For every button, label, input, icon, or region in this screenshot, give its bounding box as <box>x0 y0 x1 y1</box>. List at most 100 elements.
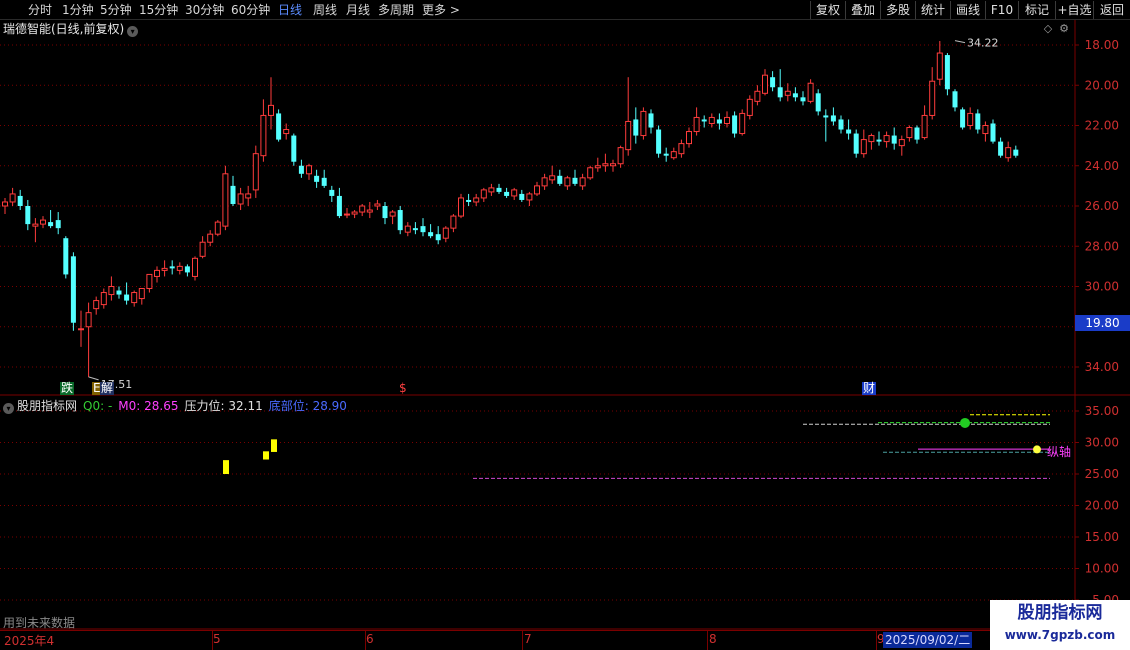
period-tab-10[interactable]: 更多 > <box>422 1 460 19</box>
candle-body <box>800 97 806 102</box>
candle-body <box>594 165 601 169</box>
indicator-header: ▾ 股朋指标网 Q0: - M0: 28.65 压力位: 32.11 底部位: 28.90 <box>3 398 353 414</box>
chevron-down-icon[interactable]: ▾ <box>127 26 139 37</box>
y-tick-label: 20.00 <box>1085 78 1119 92</box>
candle-body <box>306 165 312 175</box>
y-tick-label: 18.00 <box>1085 38 1119 52</box>
future-data-note: 用到未来数据 <box>3 616 76 630</box>
candle-body <box>807 82 814 102</box>
candle-body <box>108 286 115 296</box>
candle-body <box>146 273 153 290</box>
period-tab-0[interactable]: 分时 <box>28 1 52 19</box>
date-axis: 2025年4 5 6 7 8 9 2025/09/02/二 <box>0 630 1075 650</box>
candle-body <box>557 175 563 184</box>
period-tab-9[interactable]: 多周期 <box>378 1 414 19</box>
cursor-date: 2025/09/02/二 <box>883 632 973 648</box>
candle-body <box>344 213 350 216</box>
month-label-aug: 8 <box>709 632 717 646</box>
signal-bar <box>263 451 269 460</box>
tool-button-5[interactable]: F10 <box>985 1 1018 19</box>
candle-body <box>169 266 175 269</box>
signal-bar <box>223 460 229 474</box>
month-tick <box>522 631 523 650</box>
candle-body <box>754 90 761 102</box>
tool-button-4[interactable]: 画线 <box>950 1 985 19</box>
y-tick-label: 10.00 <box>1085 562 1119 576</box>
candle-body <box>329 189 335 196</box>
candle-body <box>678 143 685 155</box>
candle-body <box>428 232 434 237</box>
candle-body <box>746 98 753 116</box>
signal-dot <box>1033 445 1041 454</box>
event-badge-drop[interactable]: 跌 <box>60 382 75 395</box>
candle-body <box>534 185 540 195</box>
candle-body <box>876 139 882 142</box>
candle-body <box>397 210 403 231</box>
candle-body <box>883 135 890 143</box>
gear-icon[interactable]: ⚙ <box>1058 23 1070 35</box>
candle-body <box>716 119 722 124</box>
period-tab-5[interactable]: 60分钟 <box>231 1 270 19</box>
candle-body <box>770 77 776 88</box>
candle-body <box>823 115 829 118</box>
candle-body <box>420 226 426 233</box>
candle-body <box>944 55 950 90</box>
candle-body <box>63 238 69 275</box>
axis-note: 纵轴 <box>1047 445 1072 459</box>
period-tab-8[interactable]: 月线 <box>346 1 370 19</box>
candle-body <box>207 233 214 243</box>
month-label-may: 5 <box>213 632 221 646</box>
candle-body <box>998 141 1004 156</box>
candle-body <box>374 203 381 207</box>
candle-body <box>511 189 518 197</box>
chevron-down-icon[interactable]: ▾ <box>3 403 14 414</box>
candle-body <box>93 300 100 310</box>
high-label: 34.22 <box>967 37 999 50</box>
event-badge-finance[interactable]: 财 <box>862 382 877 395</box>
y-tick-label: 20.00 <box>1085 499 1119 513</box>
candle-body <box>587 167 594 179</box>
candle-body <box>283 129 290 135</box>
watermark-url: www.7gpzb.com <box>1004 628 1116 642</box>
candle-body <box>526 193 533 201</box>
candle-body <box>450 215 457 229</box>
tool-button-2[interactable]: 多股 <box>880 1 915 19</box>
event-badge-unlock[interactable]: 解 <box>100 382 115 395</box>
candle-body <box>891 135 897 144</box>
tool-button-1[interactable]: 叠加 <box>845 1 880 19</box>
period-tab-3[interactable]: 15分钟 <box>139 1 178 19</box>
candle-body <box>633 119 639 136</box>
candle-body <box>990 123 996 142</box>
period-tab-1[interactable]: 1分钟 <box>62 1 94 19</box>
tool-button-8[interactable]: 返回 <box>1093 1 1130 19</box>
candle-body <box>868 135 875 143</box>
period-tab-7[interactable]: 周线 <box>313 1 337 19</box>
candle-body <box>85 312 92 328</box>
y-tick-label: 30.00 <box>1085 280 1119 294</box>
tool-button-7[interactable]: +自选 <box>1055 1 1093 19</box>
candle-body <box>846 129 852 134</box>
period-tab-2[interactable]: 5分钟 <box>100 1 132 19</box>
y-tick-label: 35.00 <box>1085 404 1119 418</box>
period-toolbar: 分时 1分钟 5分钟 15分钟 30分钟 60分钟 日线 周线 月线 多周期 更多 > 复权 叠加 多股统… <box>0 0 1130 20</box>
candle-body <box>116 290 122 295</box>
candle-body <box>184 266 190 273</box>
candle-body <box>40 219 46 225</box>
tool-button-3[interactable]: 统计 <box>915 1 950 19</box>
month-label-jun: 6 <box>366 632 374 646</box>
tool-button-6[interactable]: 标记 <box>1018 1 1055 19</box>
month-tick <box>707 631 708 650</box>
event-badge-dividend[interactable]: $ <box>398 382 408 395</box>
candle-body <box>936 52 943 80</box>
candle-body <box>967 112 974 127</box>
candle-body <box>975 113 981 130</box>
candle-body <box>496 187 502 192</box>
candle-body <box>17 195 23 206</box>
candle-body <box>610 163 616 167</box>
diamond-icon[interactable]: ◇ <box>1042 23 1054 35</box>
chart-title[interactable]: 瑞德智能(日线,前复权) ▾ <box>3 21 139 37</box>
candle-body <box>838 119 844 130</box>
tool-button-0[interactable]: 复权 <box>810 1 845 19</box>
period-tab-4[interactable]: 30分钟 <box>185 1 224 19</box>
period-tab-6[interactable]: 日线 <box>278 1 302 19</box>
